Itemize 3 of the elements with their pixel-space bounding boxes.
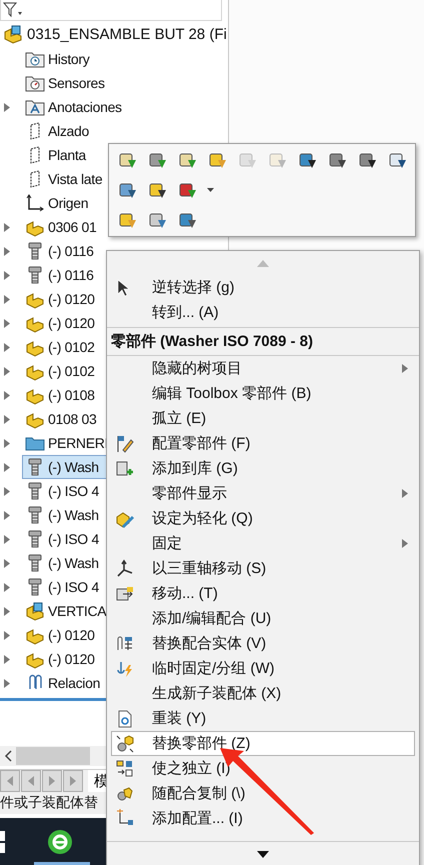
status-text: 件或子装配体替 xyxy=(0,794,98,812)
tree-root-label: 0315_ENSAMBLE BUT 28 (Fi xyxy=(27,26,227,42)
menu-header: 零部件 (Washer ISO 7089 - 8) xyxy=(110,332,314,352)
